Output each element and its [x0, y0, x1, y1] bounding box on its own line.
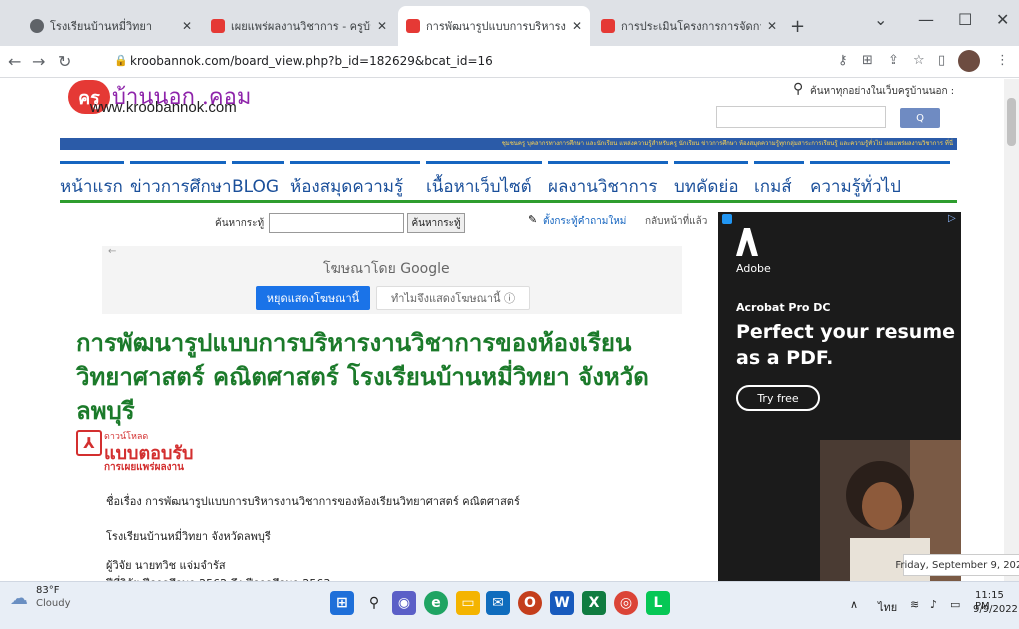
file-explorer-icon[interactable]: ▭ [456, 591, 480, 615]
google-ad-title: โฆษณาโดย Google [323, 261, 450, 277]
translate-icon[interactable]: ⊞ [862, 53, 873, 68]
volume-icon[interactable]: ♪ [930, 598, 937, 611]
chat-icon[interactable]: ◉ [392, 591, 416, 615]
menu-item-games[interactable]: เกมส์ [754, 161, 804, 201]
article-paragraph: ปีที่วิจัย ปีการศึกษา 2562 ถึง ปีการศึกษ… [106, 574, 330, 581]
site-favicon-icon [211, 19, 225, 33]
word-icon[interactable]: W [550, 591, 574, 615]
board-search-input[interactable] [269, 213, 404, 233]
site-favicon-icon [406, 19, 420, 33]
menu-item-blog[interactable]: BLOG [232, 161, 284, 201]
scrollbar[interactable] [1004, 79, 1019, 581]
omnibox[interactable]: 🔒 kroobannok.com/board_view.php?b_id=182… [106, 50, 831, 74]
chrome-icon[interactable]: ◎ [614, 591, 638, 615]
maximize-button[interactable]: ☐ [958, 10, 972, 29]
tab-3[interactable]: การประเมินโครงการการจัดการชั้นเรียน ✕ [593, 6, 785, 46]
url-text[interactable]: kroobannok.com/board_view.php?b_id=18262… [130, 54, 493, 68]
article-paragraph: ผู้วิจัย นายทวิช แจ่มจำรัส [106, 559, 226, 572]
mail-icon[interactable]: ✉ [486, 591, 510, 615]
site-logo-url[interactable]: www.kroobannok.com [90, 99, 237, 116]
new-question-link[interactable]: ตั้งกระทู้คำถามใหม่ [543, 214, 626, 229]
close-tab-icon[interactable]: ✕ [377, 19, 387, 33]
minimize-button[interactable]: — [918, 10, 934, 29]
article-title: การพัฒนารูปแบบการบริหารงานวิชาการของห้อง… [76, 329, 649, 425]
close-tab-icon[interactable]: ✕ [182, 19, 192, 33]
language-indicator[interactable]: ไทย [878, 598, 897, 616]
menu-item-academic[interactable]: ผลงานวิชาการ [548, 161, 668, 201]
forward-icon[interactable]: → [32, 52, 45, 71]
scrollbar-thumb[interactable] [1007, 98, 1016, 146]
why-ad-button[interactable]: ทำไมจึงแสดงโฆษณานี้ ⓘ [376, 286, 530, 310]
new-tab-button[interactable]: + [790, 16, 805, 37]
menu-item-home[interactable]: หน้าแรก [60, 161, 124, 201]
ad-choices-icon[interactable]: ▷ [948, 213, 956, 224]
tab-2-active[interactable]: การพัฒนารูปแบบการบริหารงานวิชาการ ✕ [398, 6, 590, 46]
tab-0[interactable]: โรงเรียนบ้านหมี่วิทยา ✕ [22, 6, 200, 46]
ad-brand: Adobe [736, 262, 771, 275]
menu-kebab-icon[interactable]: ⋮ [996, 53, 1009, 68]
search-taskbar-icon[interactable]: ⚲ [362, 591, 386, 615]
weather-temp[interactable]: 83°F [36, 585, 59, 596]
side-panel-icon[interactable]: ▯ [938, 53, 945, 68]
cloud-icon[interactable]: ☁ [10, 588, 28, 609]
download-sub-label[interactable]: การเผยแพร่ผลงาน [104, 460, 184, 475]
wifi-icon[interactable]: ≋ [910, 598, 919, 611]
close-window-button[interactable]: ✕ [996, 10, 1009, 29]
search-icon: ⚲ [793, 81, 804, 97]
close-tab-icon[interactable]: ✕ [767, 19, 777, 33]
menu-item-news[interactable]: ข่าวการศึกษา [130, 161, 232, 201]
tab-1[interactable]: เผยแพร่ผลงานวิชาการ - ครูบ้านนอกเ ✕ [203, 6, 395, 46]
key-icon[interactable]: ⚷ [838, 53, 848, 68]
ad-back-arrow-icon[interactable]: ← [108, 246, 116, 257]
battery-icon[interactable]: ▭ [950, 598, 960, 611]
article-paragraph: โรงเรียนบ้านหมี่วิทยา จังหวัดลพบุรี [106, 530, 271, 543]
article-paragraph: ชื่อเรื่อง การพัฒนารูปแบบการบริหารงานวิช… [106, 495, 520, 508]
site-search-label: ค้นหาทุกอย่างในเว็บครูบ้านนอก : [810, 86, 955, 97]
close-tab-icon[interactable]: ✕ [572, 19, 582, 33]
menu-divider [60, 200, 957, 203]
site-search-button[interactable]: Q [900, 108, 940, 128]
reload-icon[interactable]: ↻ [58, 52, 71, 71]
edit-icon: ✎ [528, 213, 538, 226]
menu-item-library[interactable]: ห้องสมุดความรู้ [290, 161, 420, 201]
ad-info-icon[interactable] [722, 214, 732, 224]
weather-condition[interactable]: Cloudy [36, 598, 70, 609]
ad-try-free-button[interactable]: Try free [736, 385, 820, 411]
office-icon[interactable]: O [518, 591, 542, 615]
line-icon[interactable]: L [646, 591, 670, 615]
tab-search-icon[interactable]: ⌄ [874, 10, 887, 29]
globe-icon [30, 19, 44, 33]
menu-item-content[interactable]: เนื้อหาเว็บไซต์ [426, 161, 542, 201]
share-icon[interactable]: ⇪ [888, 53, 899, 68]
menu-item-general[interactable]: ความรู้ทั่วไป [810, 161, 950, 201]
profile-avatar[interactable] [958, 50, 980, 72]
pdf-icon[interactable]: ⅄ [76, 430, 102, 456]
site-favicon-icon [601, 19, 615, 33]
date-tooltip: Friday, September 9, 2022 [895, 554, 1019, 576]
bookmark-star-icon[interactable]: ☆ [913, 53, 925, 68]
start-windows-icon[interactable]: ⊞ [330, 591, 354, 615]
lock-icon: 🔒 [114, 54, 128, 67]
tray-expand-icon[interactable]: ∧ [850, 598, 858, 611]
excel-icon[interactable]: X [582, 591, 606, 615]
site-banner: ชุมชนครู บุคลากรทางการศึกษา และนักเรียน … [60, 138, 957, 150]
board-search-button[interactable]: ค้นหากระทู้ [407, 213, 465, 233]
site-search-input[interactable] [716, 106, 886, 128]
edge-icon[interactable]: e [424, 591, 448, 615]
back-icon[interactable]: ← [8, 52, 21, 71]
stop-ad-button[interactable]: หยุดแสดงโฆษณานี้ [256, 286, 370, 310]
clock-date[interactable]: 9/9/2022 [973, 604, 1018, 615]
menu-item-abstract[interactable]: บทคัดย่อ [674, 161, 748, 201]
ad-headline: Perfect your resume as a PDF. [736, 321, 956, 369]
back-link[interactable]: กลับหน้าที่แล้ว [645, 214, 707, 229]
adobe-logo-icon [736, 228, 758, 256]
board-search-label: ค้นหากระทู้ [215, 218, 265, 229]
ad-product: Acrobat Pro DC [736, 301, 831, 314]
